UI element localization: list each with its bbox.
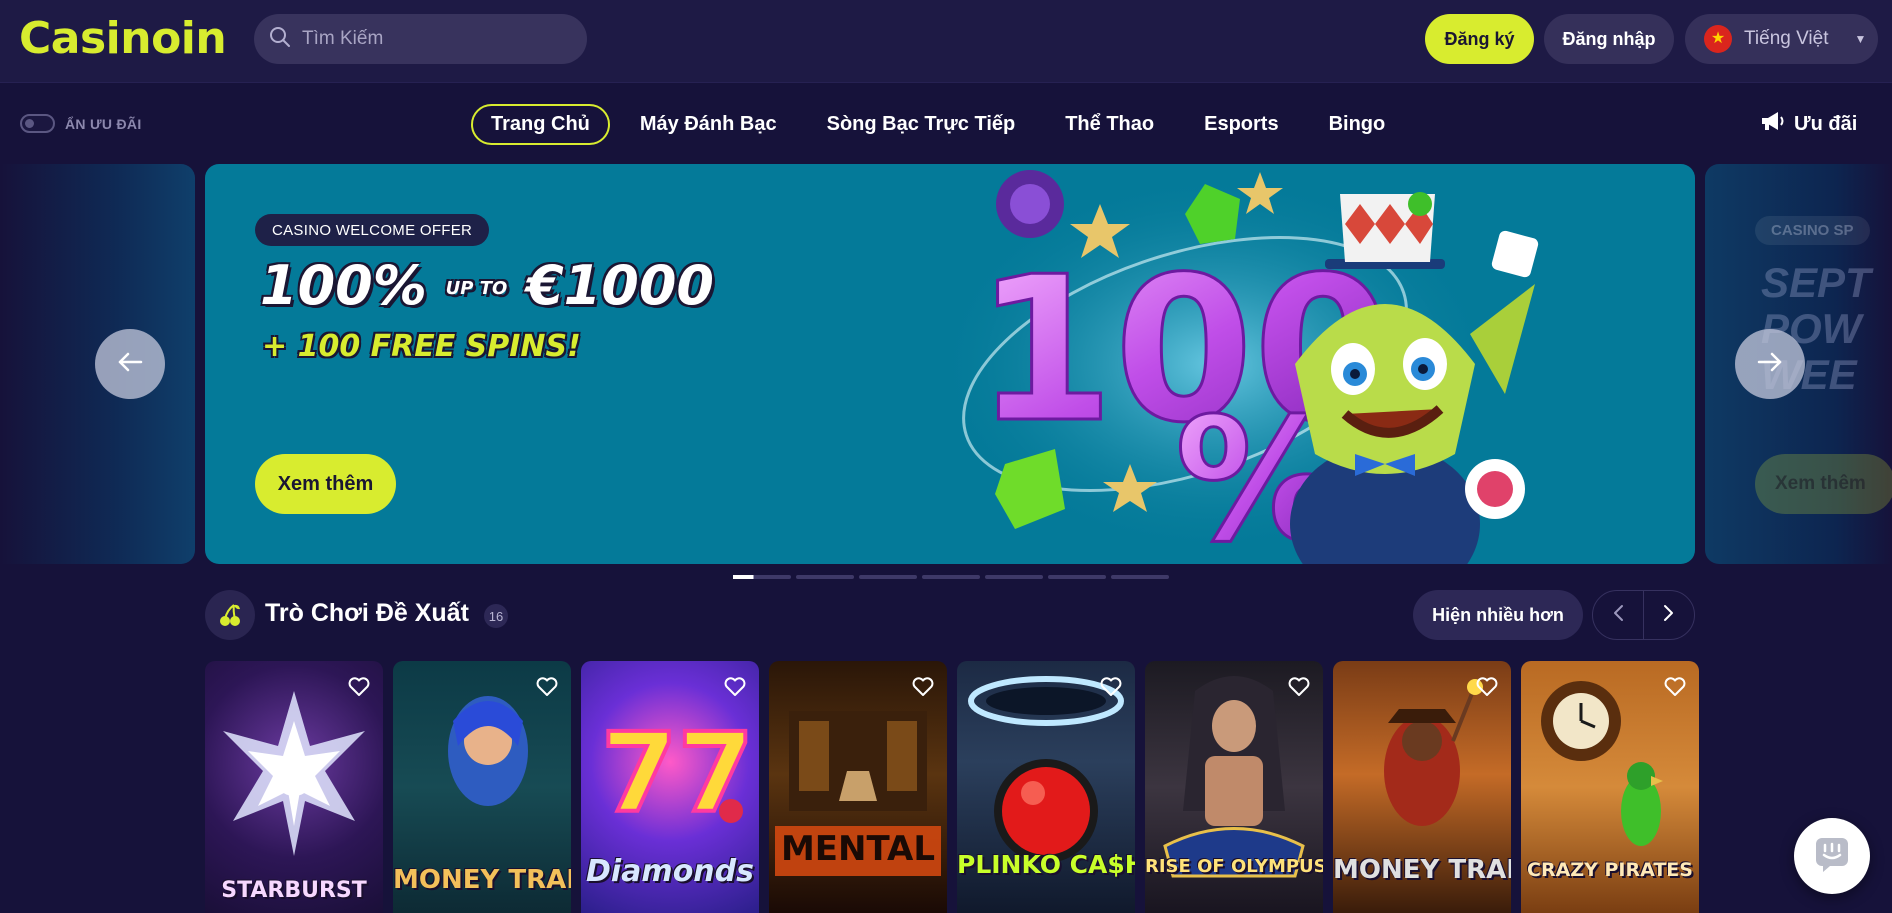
register-button[interactable]: Đăng ký: [1425, 14, 1534, 64]
main-nav: Trang Chủ Máy Đánh Bạc Sòng Bạc Trực Tiế…: [471, 104, 1415, 145]
chat-icon: [1813, 835, 1851, 878]
carousel-pagination: [733, 575, 1169, 579]
game-tile[interactable]: MENTAL: [769, 661, 947, 913]
megaphone-icon: [1760, 110, 1786, 138]
game-tile[interactable]: MONEY TRAIN 3: [393, 661, 571, 913]
headline-amount: €1000: [526, 254, 714, 317]
carousel-dot[interactable]: [1048, 575, 1106, 579]
arrow-right-icon: [1757, 351, 1783, 378]
promo-mascot-art: 100 %: [935, 170, 1539, 564]
heart-icon[interactable]: [1475, 675, 1499, 699]
game-count-badge: 16: [484, 604, 508, 628]
heart-icon[interactable]: [535, 675, 559, 699]
casinoin-logo[interactable]: Casinoin: [19, 13, 227, 64]
nav-item-slots[interactable]: Máy Đánh Bạc: [620, 104, 797, 145]
headline-percent: 100%: [260, 254, 427, 317]
carousel-dot[interactable]: [985, 575, 1043, 579]
promotions-link[interactable]: Ưu đãi: [1760, 110, 1857, 138]
offer-headline: 100% UP TO €1000: [260, 254, 714, 317]
carousel-next-button[interactable]: [1735, 329, 1805, 399]
heart-icon[interactable]: [911, 675, 935, 699]
search-bar[interactable]: [254, 14, 587, 64]
game-title: MONEY TRAIN 3: [393, 865, 571, 895]
hide-offers-label: ẨN ƯU ĐÃI: [65, 115, 142, 132]
nav-item-home[interactable]: Trang Chủ: [471, 104, 610, 145]
game-tile[interactable]: CRAZY PIRATES: [1521, 661, 1699, 913]
nav-item-esports[interactable]: Esports: [1184, 104, 1298, 145]
chevron-down-icon: ▼: [1854, 32, 1867, 46]
offer-badge: CASINO WELCOME OFFER: [255, 214, 490, 246]
see-more-button[interactable]: Xem thêm: [255, 454, 396, 514]
show-more-button[interactable]: Hiện nhiều hơn: [1413, 590, 1583, 640]
chevron-left-icon: [1612, 604, 1624, 627]
promotions-label: Ưu đãi: [1794, 112, 1858, 135]
game-title: CRAZY PIRATES: [1527, 859, 1693, 881]
carousel-dot[interactable]: [733, 575, 791, 579]
game-tile[interactable]: PLINKO CA$H: [957, 661, 1135, 913]
game-title: MONEY TRAIN 2: [1333, 855, 1511, 885]
nav-item-sports[interactable]: Thể Thao: [1045, 104, 1174, 145]
game-tile[interactable]: 777 Diamonds: [581, 661, 759, 913]
language-label: Tiếng Việt: [1744, 28, 1829, 49]
toggle-switch[interactable]: [20, 114, 55, 133]
heart-icon[interactable]: [1099, 675, 1123, 699]
headline-upto: UP TO: [445, 278, 508, 300]
heart-icon[interactable]: [347, 675, 371, 699]
games-pager: [1592, 590, 1695, 640]
game-title: PLINKO CA$H: [957, 850, 1135, 879]
next-slide-cta: Xem thêm: [1755, 454, 1892, 514]
game-title: Diamonds: [586, 854, 754, 889]
carousel-dot[interactable]: [859, 575, 917, 579]
carousel-dot[interactable]: [922, 575, 980, 579]
login-button[interactable]: Đăng nhập: [1544, 14, 1674, 64]
logo-text: Casinoin: [19, 13, 227, 64]
carousel-dot[interactable]: [796, 575, 854, 579]
next-slide-badge: CASINO SP: [1755, 216, 1870, 245]
games-row: STARBURST MONEY TRAIN 3 777 Diamonds: [205, 661, 1699, 913]
nav-item-live-casino[interactable]: Sòng Bạc Trực Tiếp: [807, 104, 1036, 145]
heart-icon[interactable]: [1663, 675, 1687, 699]
chevron-right-icon: [1663, 604, 1675, 627]
heart-icon[interactable]: [723, 675, 747, 699]
cherry-icon: [205, 590, 255, 640]
vietnam-flag-icon: ★: [1704, 25, 1732, 53]
game-tile[interactable]: STARBURST: [205, 661, 383, 913]
hide-offers-toggle[interactable]: ẨN ƯU ĐÃI: [20, 114, 142, 133]
top-header: Casinoin Đăng ký Đăng nhập ★ Tiếng Việt …: [0, 0, 1892, 83]
game-title: MENTAL: [780, 829, 936, 869]
offer-subline: + 100 FREE SPINS!: [262, 329, 581, 364]
games-prev-button[interactable]: [1593, 591, 1644, 639]
games-next-button[interactable]: [1644, 591, 1694, 639]
heart-icon[interactable]: [1287, 675, 1311, 699]
game-tile[interactable]: RISE OF OLYMPUS: [1145, 661, 1323, 913]
game-title: RISE OF OLYMPUS: [1145, 856, 1323, 877]
arrow-left-icon: [117, 351, 143, 378]
hero-slide[interactable]: CASINO WELCOME OFFER 100% UP TO €1000 + …: [205, 164, 1695, 564]
search-icon: [268, 25, 292, 54]
section-title: Trò Chơi Đề Xuất: [265, 599, 469, 627]
nav-item-bingo[interactable]: Bingo: [1309, 104, 1406, 145]
search-input[interactable]: [302, 28, 572, 50]
game-tile[interactable]: MONEY TRAIN 2: [1333, 661, 1511, 913]
language-selector[interactable]: ★ Tiếng Việt ▼: [1685, 14, 1878, 64]
game-title: STARBURST: [221, 878, 367, 903]
carousel-dot[interactable]: [1111, 575, 1169, 579]
carousel-prev-button[interactable]: [95, 329, 165, 399]
live-chat-button[interactable]: [1794, 818, 1870, 894]
next-slide-line: SEPT: [1761, 259, 1871, 306]
